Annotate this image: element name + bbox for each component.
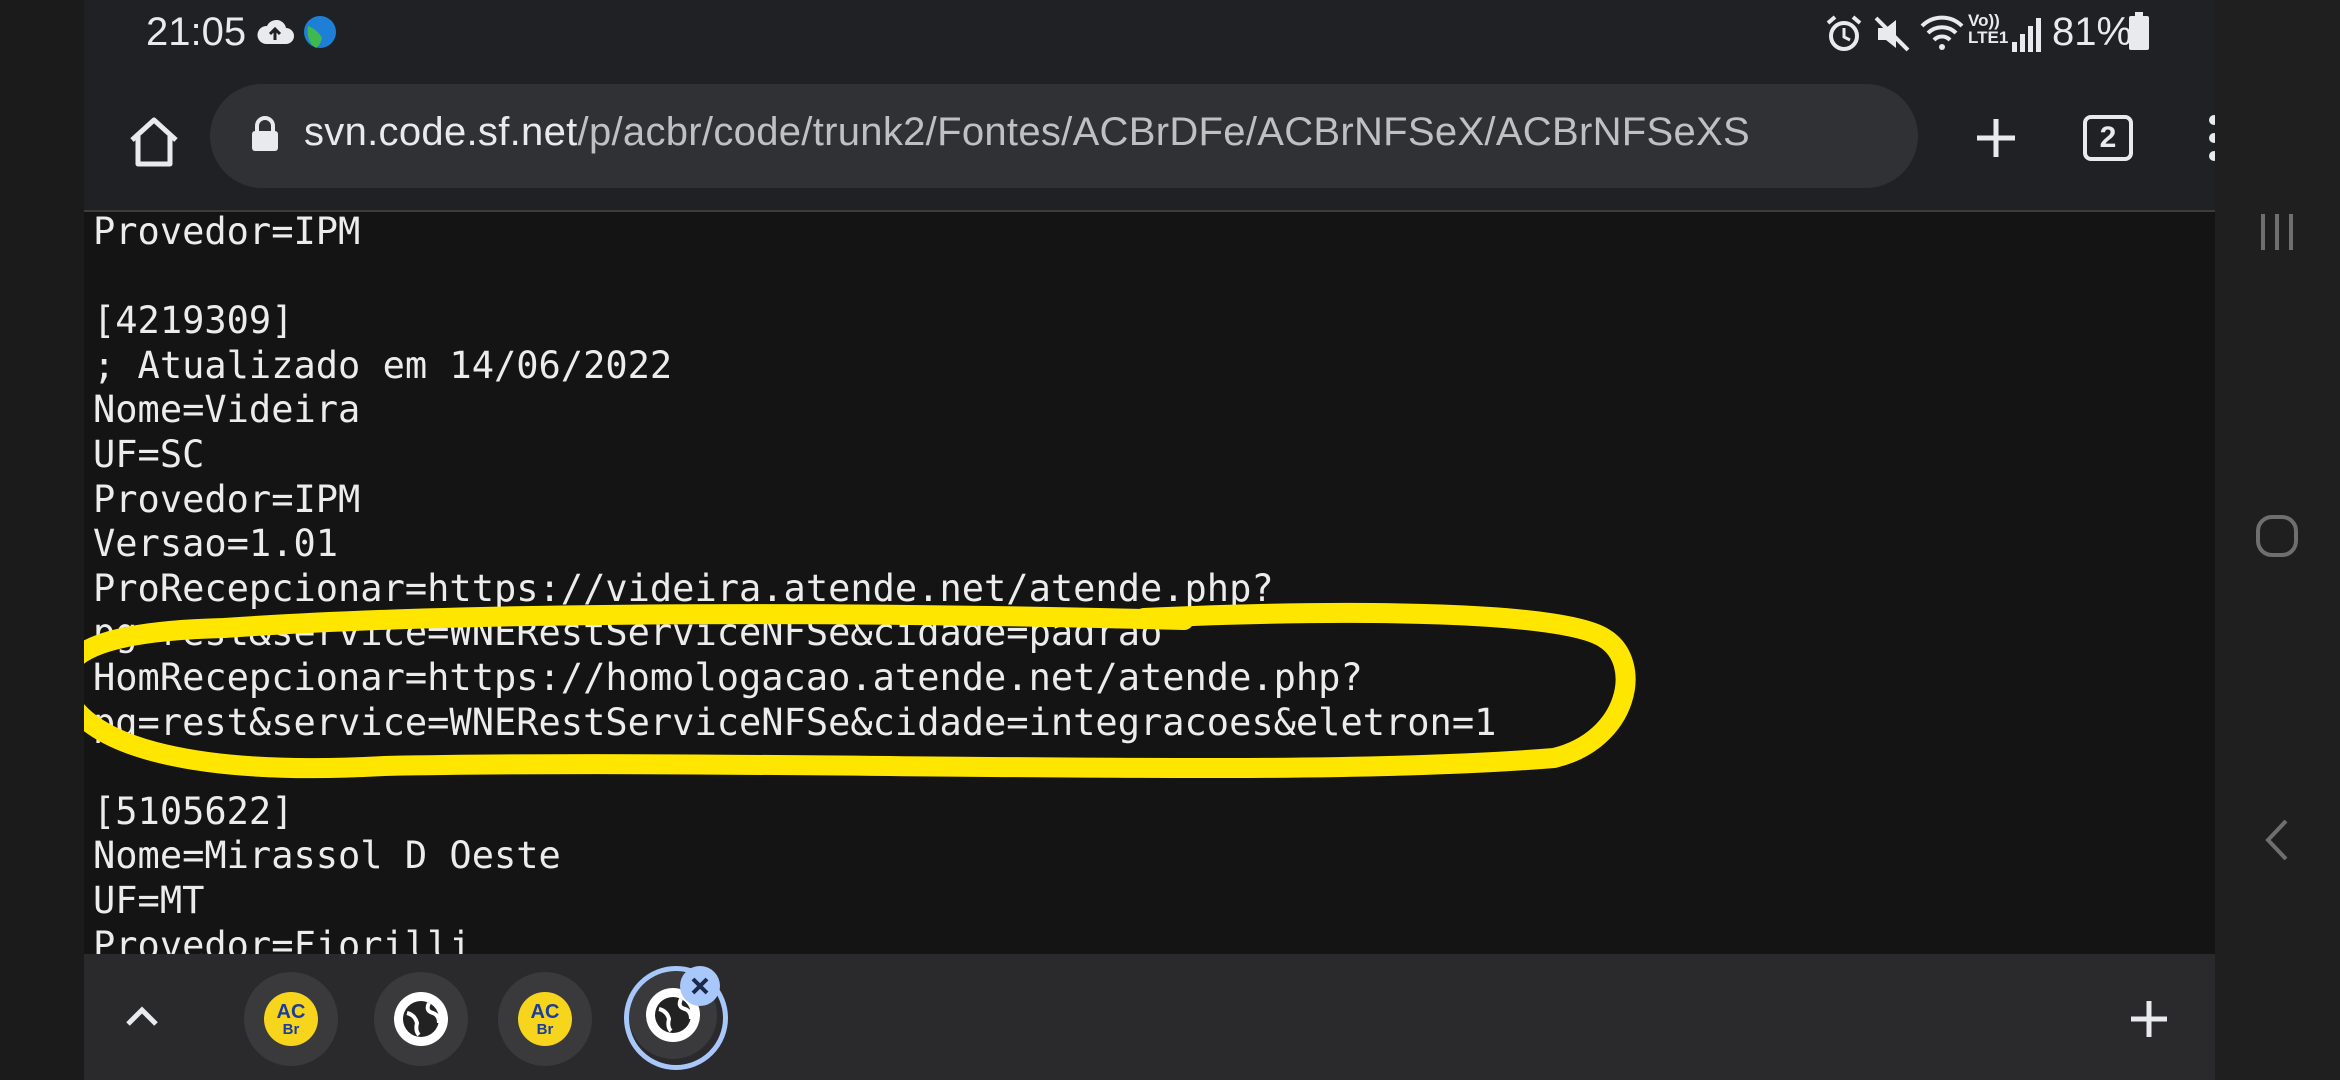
code-line: Versao=1.01 bbox=[93, 522, 339, 566]
tab-count: 2 bbox=[2083, 115, 2133, 161]
left-edge bbox=[0, 0, 84, 1080]
code-line: ProRecepcionar=https://videira.atende.ne… bbox=[93, 566, 1274, 610]
plus-icon bbox=[2131, 1001, 2167, 1037]
tab-globe-1[interactable] bbox=[374, 972, 468, 1066]
home-button[interactable] bbox=[114, 102, 194, 182]
status-bar: 21:05 Vo)) LTE1 81% bbox=[84, 0, 2215, 66]
battery-percent: 81% bbox=[2052, 10, 2133, 54]
tab-strip: AC Br AC Br bbox=[84, 954, 2215, 1080]
code-line: UF=SC bbox=[93, 432, 205, 476]
signal-icon bbox=[2010, 14, 2042, 59]
back-button[interactable] bbox=[2235, 798, 2319, 882]
tab-acbr-1[interactable]: AC Br bbox=[244, 972, 338, 1066]
code-line: pg=rest&service=WNERestServiceNFSe&cidad… bbox=[93, 611, 1163, 655]
code-line: [5105622] bbox=[93, 789, 294, 833]
code-line: HomRecepcionar=https://homologacao.atend… bbox=[93, 655, 1363, 699]
chevron-up-icon bbox=[126, 1006, 158, 1026]
status-time: 21:05 bbox=[146, 10, 247, 54]
tab-switcher-button[interactable]: 2 bbox=[2066, 96, 2150, 180]
battery-icon bbox=[2128, 12, 2150, 57]
recents-button[interactable] bbox=[2235, 190, 2319, 274]
recents-icon bbox=[2261, 214, 2293, 250]
code-line: UF=MT bbox=[93, 878, 205, 922]
expand-tabs-button[interactable] bbox=[110, 984, 174, 1048]
close-tab-button[interactable] bbox=[680, 966, 720, 1006]
code-line: pg=rest&service=WNERestServiceNFSe&cidad… bbox=[93, 700, 1497, 744]
lock-icon[interactable] bbox=[250, 114, 280, 159]
code-line: [4219309] bbox=[93, 299, 294, 343]
browser-toolbar: svn.code.sf.net/p/acbr/code/trunk2/Fonte… bbox=[84, 66, 2219, 210]
home-icon bbox=[2256, 515, 2298, 557]
code-line: Nome=Videira bbox=[93, 388, 361, 432]
url-path: /p/acbr/code/trunk2/Fontes/ACBrDFe/ACBrN… bbox=[577, 110, 1751, 154]
globe-icon bbox=[394, 992, 448, 1046]
app-notification-icon bbox=[302, 14, 338, 55]
wifi-calling-icon bbox=[1920, 14, 1964, 59]
tab-strip-new-tab-button[interactable] bbox=[2114, 984, 2184, 1054]
back-icon bbox=[2265, 819, 2288, 861]
alarm-icon bbox=[1824, 14, 1864, 59]
close-icon bbox=[691, 977, 709, 995]
tab-acbr-2[interactable]: AC Br bbox=[498, 972, 592, 1066]
home-nav-button[interactable] bbox=[2235, 494, 2319, 578]
page-content[interactable]: Provedor=IPM [4219309]; Atualizado em 14/… bbox=[84, 210, 2215, 954]
cloud-upload-icon bbox=[256, 18, 294, 53]
volte-label: Vo)) bbox=[1968, 11, 2000, 30]
acbr-favicon: AC Br bbox=[264, 992, 318, 1046]
url-text[interactable]: svn.code.sf.net/p/acbr/code/trunk2/Fonte… bbox=[304, 110, 1750, 155]
code-line: ; Atualizado em 14/06/2022 bbox=[93, 343, 673, 387]
code-line: Provedor=Fiorilli bbox=[93, 923, 472, 955]
new-tab-button[interactable] bbox=[1954, 96, 2038, 180]
home-icon bbox=[130, 117, 178, 167]
code-line: Nome=Mirassol D Oeste bbox=[93, 834, 561, 878]
code-line: Provedor=IPM bbox=[93, 210, 361, 253]
url-bar[interactable]: svn.code.sf.net/p/acbr/code/trunk2/Fonte… bbox=[210, 84, 1918, 188]
mute-icon bbox=[1872, 14, 1912, 59]
acbr-favicon: AC Br bbox=[518, 992, 572, 1046]
lte-label: LTE1 bbox=[1968, 28, 2009, 47]
config-text: Provedor=IPM [4219309]; Atualizado em 14/… bbox=[93, 210, 1496, 954]
volte-lte-icon: Vo)) LTE1 bbox=[1968, 12, 2008, 46]
plus-icon bbox=[1977, 119, 2015, 157]
code-line: Provedor=IPM bbox=[93, 477, 361, 521]
navigation-bar bbox=[2215, 0, 2340, 1080]
url-host: svn.code.sf.net bbox=[304, 110, 578, 154]
